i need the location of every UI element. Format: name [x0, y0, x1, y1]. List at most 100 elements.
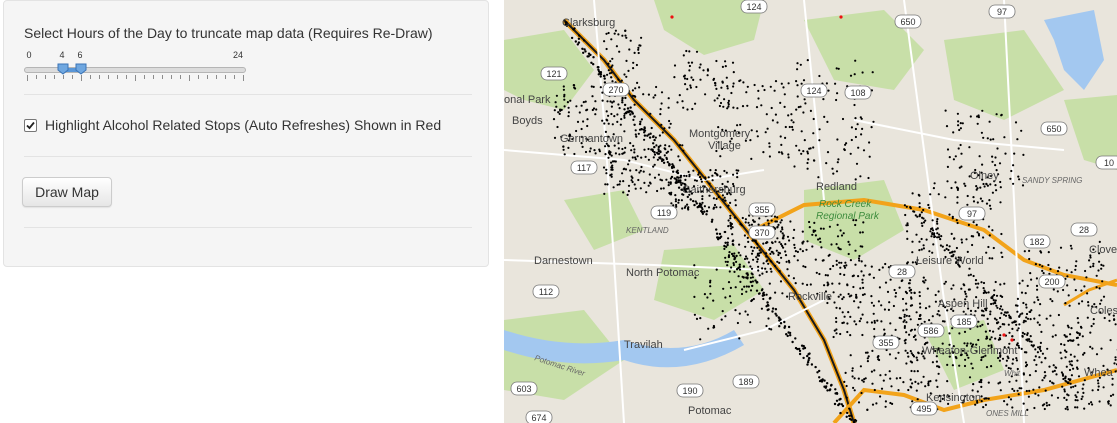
place-label: Leisure World — [916, 255, 984, 267]
slider-tick — [144, 75, 145, 79]
place-label: Montgomery — [689, 128, 751, 140]
route-shield: 97 — [988, 4, 1016, 19]
slider-tick — [72, 75, 73, 79]
route-shield: 124 — [740, 0, 768, 14]
route-shield: 270 — [602, 82, 630, 97]
svg-text:189: 189 — [738, 377, 753, 387]
svg-text:121: 121 — [546, 69, 561, 79]
route-shield: 185 — [950, 314, 978, 329]
place-label: Rock Creek — [819, 199, 872, 210]
place-label: Travilah — [624, 339, 663, 351]
place-label: Regional Park — [816, 211, 880, 222]
divider — [24, 156, 472, 157]
svg-text:674: 674 — [531, 413, 546, 423]
place-label: Aspen Hill — [938, 298, 988, 310]
slider-title: Select Hours of the Day to truncate map … — [24, 25, 433, 41]
slider-tick — [63, 75, 64, 79]
place-label: ONES MILL — [986, 409, 1029, 418]
place-label: Boyds — [512, 115, 543, 127]
slider-high-handle[interactable] — [75, 63, 87, 75]
route-shield: 124 — [800, 83, 828, 98]
slider-low-handle[interactable] — [57, 63, 69, 75]
svg-text:185: 185 — [956, 317, 971, 327]
slider-tick — [153, 75, 154, 79]
slider-tick — [36, 75, 37, 79]
route-shield: 117 — [570, 160, 598, 175]
svg-text:182: 182 — [1029, 237, 1044, 247]
route-shield: 112 — [532, 284, 560, 299]
route-shield: 108 — [844, 85, 872, 100]
slider-low-label: 4 — [59, 50, 65, 60]
slider-tick — [234, 75, 235, 79]
slider-tick — [126, 75, 127, 79]
slider-tick — [99, 75, 100, 79]
svg-text:10: 10 — [1104, 158, 1114, 168]
place-label: Rockville — [788, 291, 832, 303]
place-label: onal Park — [504, 94, 551, 106]
slider-tick — [162, 75, 163, 79]
place-label: Potomac — [688, 405, 732, 417]
slider-tick — [45, 75, 46, 79]
divider — [24, 94, 472, 95]
slider-tick — [180, 75, 181, 79]
slider-min-label: 0 — [26, 50, 32, 60]
place-label: Village — [708, 140, 741, 152]
route-shield: 190 — [676, 383, 704, 398]
slider-tick — [81, 75, 82, 81]
svg-text:603: 603 — [516, 384, 531, 394]
map-canvas[interactable]: 124 650 97 121 124 108 650 10 270 117 119 355 370 28 9… — [504, 0, 1117, 423]
svg-text:355: 355 — [754, 205, 769, 215]
svg-text:117: 117 — [577, 163, 591, 173]
svg-text:270: 270 — [608, 85, 623, 95]
svg-text:112: 112 — [539, 287, 553, 297]
route-shield: 121 — [540, 66, 568, 81]
svg-text:495: 495 — [916, 404, 931, 414]
alcohol-highlight-checkbox[interactable] — [24, 118, 37, 132]
svg-text:124: 124 — [746, 2, 761, 12]
map-view[interactable]: 124 650 97 121 124 108 650 10 270 117 119 355 370 28 9… — [504, 0, 1117, 423]
route-shield: 182 — [1023, 234, 1051, 249]
slider-tick — [225, 75, 226, 79]
svg-text:190: 190 — [682, 386, 697, 396]
place-label: Germantown — [560, 133, 623, 145]
route-shield: 189 — [732, 374, 760, 389]
svg-text:650: 650 — [900, 17, 915, 27]
slider-max-label: 24 — [232, 50, 244, 60]
slider-tick — [108, 75, 109, 79]
place-label: Redland — [816, 181, 857, 193]
slider-tick — [198, 75, 199, 79]
slider-tick — [216, 75, 217, 79]
route-shield: 28 — [888, 264, 916, 279]
slider-tick — [90, 75, 91, 79]
svg-text:97: 97 — [967, 209, 977, 219]
svg-text:97: 97 — [997, 7, 1007, 17]
route-shield: 10 — [1095, 155, 1117, 170]
place-label: Colesv — [1090, 305, 1117, 317]
route-shield: 650 — [894, 14, 922, 29]
slider-tick — [243, 75, 244, 81]
route-shield: 370 — [748, 225, 776, 240]
place-label: Whea — [1084, 367, 1114, 379]
place-label: Olney — [970, 170, 999, 182]
place-label: North Potomac — [626, 267, 700, 279]
place-label: Kensington — [926, 392, 981, 404]
svg-text:200: 200 — [1044, 277, 1059, 287]
alcohol-highlight-option[interactable]: Highlight Alcohol Related Stops (Auto Re… — [24, 117, 441, 133]
place-label: SANDY SPRING — [1022, 176, 1082, 185]
svg-text:370: 370 — [754, 228, 769, 238]
slider-tick — [135, 75, 136, 81]
route-shield: 674 — [525, 410, 553, 423]
slider-tick — [207, 75, 208, 79]
place-label: Clarksburg — [562, 17, 615, 29]
route-shield: 119 — [650, 205, 678, 220]
alcohol-highlight-label: Highlight Alcohol Related Stops (Auto Re… — [45, 117, 442, 133]
hour-range-slider[interactable]: 0 4 6 24 — [24, 47, 246, 87]
svg-text:586: 586 — [923, 326, 938, 336]
controls-panel: Select Hours of the Day to truncate map … — [3, 0, 489, 267]
svg-text:108: 108 — [850, 88, 865, 98]
route-shield: 200 — [1038, 274, 1066, 289]
route-shield: 603 — [510, 381, 538, 396]
draw-map-button[interactable]: Draw Map — [22, 177, 112, 207]
checkmark-icon — [26, 121, 35, 129]
route-shield: 650 — [1040, 121, 1068, 136]
